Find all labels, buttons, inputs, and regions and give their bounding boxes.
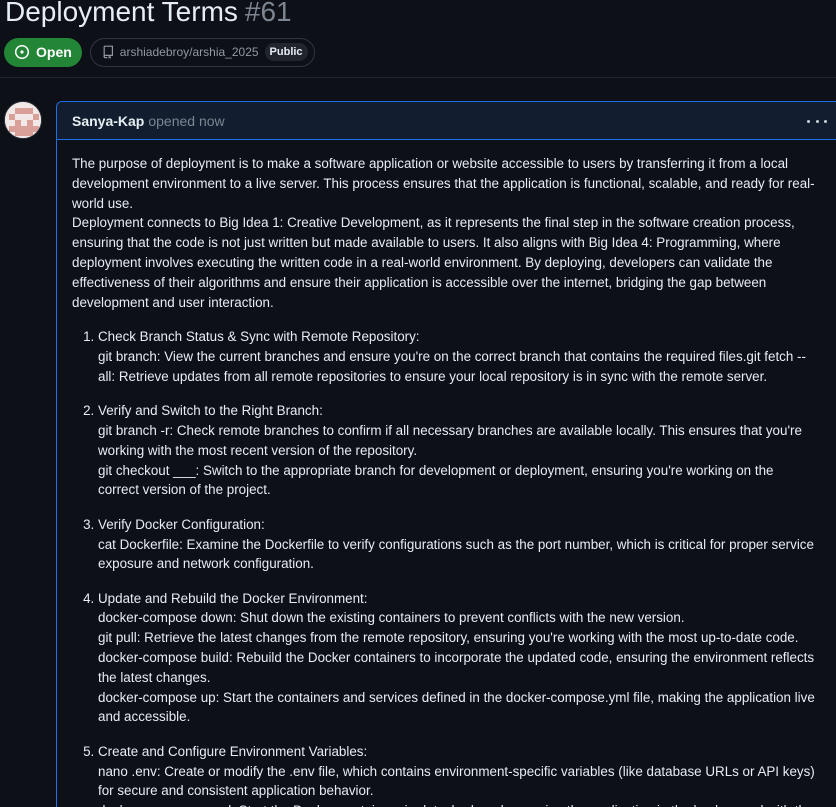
- intro-paragraph-2: Deployment connects to Big Idea 1: Creat…: [72, 215, 795, 310]
- issue-meta: Open arshiadebroy/arshia_2025 Public: [4, 37, 315, 67]
- repo-icon: [103, 45, 113, 59]
- identicon: [5, 102, 41, 138]
- issue-title-row: Deployment Terms #61: [5, 0, 292, 32]
- step-heading: Verify and Switch to the Right Branch:: [98, 403, 323, 419]
- visibility-badge: Public: [264, 43, 308, 61]
- steps-list: Check Branch Status & Sync with Remote R…: [72, 327, 815, 807]
- intro-paragraph-1: The purpose of deployment is to make a s…: [72, 156, 815, 211]
- issue-state-badge: Open: [4, 37, 82, 67]
- issue-title: Deployment Terms: [5, 0, 238, 27]
- step-item: Verify Docker Configuration: cat Dockerfi…: [98, 515, 815, 574]
- step-item: Verify and Switch to the Right Branch: gi…: [98, 401, 815, 500]
- step-detail-line: nano .env: Create or modify the .env fil…: [98, 763, 815, 799]
- step-item: Create and Configure Environment Variabl…: [98, 742, 815, 807]
- comment-body: The purpose of deployment is to make a s…: [57, 140, 836, 807]
- repo-name: arshiadebroy/arshia_2025: [119, 45, 259, 59]
- step-details: docker-compose down: Shut down the exist…: [98, 608, 815, 727]
- step-heading: Update and Rebuild the Docker Environmen…: [98, 590, 368, 606]
- step-detail-line: docker-compose down: Shut down the exist…: [98, 610, 685, 626]
- comment-timestamp[interactable]: opened now: [148, 113, 224, 129]
- step-detail-line: git checkout ___: Switch to the appropri…: [98, 462, 774, 498]
- issue-comment: Sanya-Kap opened now The purpose of depl…: [56, 101, 836, 807]
- step-item: Check Branch Status & Sync with Remote R…: [98, 327, 815, 386]
- step-details: nano .env: Create or modify the .env fil…: [98, 762, 815, 807]
- step-details: cat Dockerfile: Examine the Dockerfile t…: [98, 535, 815, 575]
- step-heading: Verify Docker Configuration:: [98, 516, 265, 532]
- step-detail-line: git pull: Retrieve the latest changes fr…: [98, 630, 799, 646]
- step-detail-line: git branch -r: Check remote branches to …: [98, 423, 802, 458]
- step-detail-line: git branch: View the current branches an…: [98, 349, 806, 384]
- issue-opened-icon: [14, 44, 30, 60]
- step-details: git branch: View the current branches an…: [98, 347, 815, 387]
- step-detail-line: docker-compose up: Start the containers …: [98, 689, 815, 725]
- issue-state-label: Open: [36, 44, 72, 60]
- comment-header: Sanya-Kap opened now: [57, 102, 836, 140]
- step-heading: Create and Configure Environment Variabl…: [98, 743, 368, 759]
- kebab-horizontal-icon[interactable]: [807, 114, 827, 128]
- issue-page: Deployment Terms #61 Open arshiadebroy/ar…: [0, 0, 836, 807]
- header-divider: [0, 77, 836, 78]
- step-heading: Check Branch Status & Sync with Remote R…: [98, 329, 420, 345]
- avatar[interactable]: [4, 101, 42, 139]
- step-detail-line: cat Dockerfile: Examine the Dockerfile t…: [98, 536, 814, 572]
- step-detail-line: docker-compose build: Rebuild the Docker…: [98, 650, 815, 685]
- issue-number: #61: [244, 0, 292, 27]
- repo-link[interactable]: arshiadebroy/arshia_2025 Public: [89, 37, 315, 67]
- comment-author[interactable]: Sanya-Kap: [72, 113, 144, 129]
- step-item: Update and Rebuild the Docker Environmen…: [98, 589, 815, 728]
- step-details: git branch -r: Check remote branches to …: [98, 421, 815, 500]
- step-detail-line: docker-compose up -d: Start the Docker c…: [98, 801, 815, 807]
